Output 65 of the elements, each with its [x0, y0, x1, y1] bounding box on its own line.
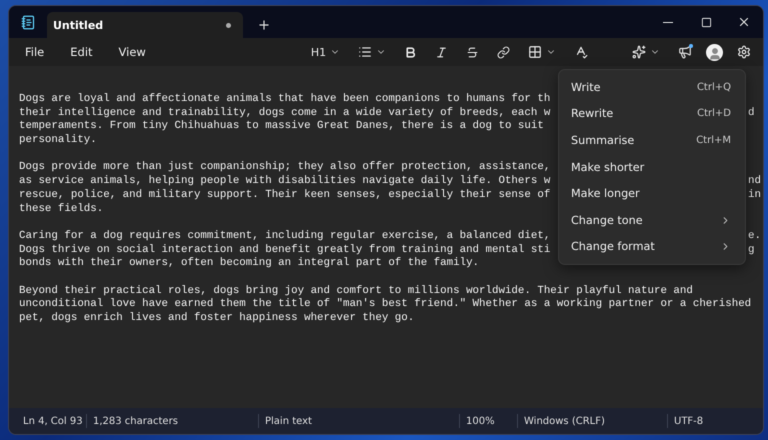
menu-item-label: Make longer	[571, 187, 640, 200]
menu-item-label: Write	[571, 80, 601, 94]
grid-icon	[528, 45, 542, 59]
text-line: unconditional love have earned them the title of "man's best friend." Whether as a working partner or a cherished	[19, 298, 752, 310]
menu-item[interactable]: View	[110, 42, 154, 62]
notification-dot	[689, 44, 693, 48]
heading-dropdown[interactable]: H1	[306, 42, 344, 62]
text-line: personality.	[19, 134, 97, 146]
text-line: in	[748, 188, 761, 203]
bold-icon	[404, 46, 418, 58]
spellcheck-icon	[574, 45, 588, 59]
text-line: bonds with their owners, often becoming an integral part of the family.	[19, 257, 480, 270]
menu-item[interactable]: Change tone	[559, 206, 745, 234]
text-line: these fields.	[19, 202, 104, 214]
shortcut-label: Ctrl+Q	[696, 82, 731, 93]
close-icon	[737, 15, 751, 29]
menu-item-label: Change tone	[571, 214, 643, 227]
menu-item[interactable]: Write Ctrl+Q	[559, 74, 745, 101]
text-line: nd	[748, 175, 761, 189]
tab-title: Untitled	[53, 18, 104, 32]
menu-item[interactable]: Make shorter	[559, 154, 745, 180]
megaphone-icon	[678, 45, 692, 59]
strikethrough-icon	[466, 46, 480, 58]
menu-item-label: Rewrite	[571, 107, 614, 120]
status-text: Ln 4, Col 93	[23, 416, 83, 426]
text-line: their intelligence and trainability, dogs come in a wide variety of breeds, each w	[19, 106, 550, 119]
status-text: Windows (CRLF)	[524, 416, 605, 426]
menu-item[interactable]: Make longer	[559, 180, 745, 207]
text-line: g	[748, 244, 754, 258]
text-line: d	[748, 106, 754, 120]
maximize-icon	[700, 16, 712, 28]
shortcut-label: Ctrl+D	[697, 108, 731, 120]
menu-item[interactable]: File	[17, 42, 52, 62]
text-line: temperaments. From tiny Chihuahuas to massive Great Danes, there is a dog to suit	[19, 120, 544, 132]
shortcut-label: Ctrl+M	[696, 134, 731, 146]
text-line: Dogs thrive on social interaction and benefit greatly from training and mental sti	[19, 244, 550, 256]
italic-icon	[435, 46, 448, 58]
menu-item[interactable]: Summarise Ctrl+M	[559, 127, 745, 154]
text-line: rescue, police, and military support. Their keen senses, especially their sense of	[19, 188, 550, 201]
text-line: as service animals, helping people with disabilities navigate daily life. Others w	[19, 175, 550, 188]
status-text: 1,283 characters	[93, 416, 178, 426]
status-text: Plain text	[265, 416, 312, 426]
menu-item-label: Summarise	[571, 134, 634, 147]
list-icon	[358, 45, 372, 59]
text-line: Caring for a dog requires commitment, including regular exercise, a balanced diet,	[19, 230, 550, 242]
text-line: e.	[748, 230, 761, 244]
text-line: pet, dogs enrich lives and foster happiness wherever they go.	[19, 312, 414, 324]
link-icon	[497, 46, 510, 58]
notebook-icon	[20, 14, 36, 30]
text-line: Beyond their practical roles, dogs bring joy and comfort to millions worldwide. Their playful nature and	[19, 284, 693, 297]
plus-icon	[257, 18, 271, 32]
document-tab[interactable]: Untitled	[47, 12, 243, 38]
menu-item[interactable]: Edit	[62, 42, 101, 62]
settings-icon	[737, 45, 751, 59]
text-line: Dogs provide more than just companionship; they also offer protection, assistance,	[19, 161, 550, 174]
menu-item-label: Make shorter	[571, 160, 644, 174]
status-text: 100%	[466, 416, 495, 426]
person-icon	[708, 46, 722, 60]
status-text: UTF-8	[674, 416, 704, 426]
account-avatar[interactable]	[706, 44, 723, 60]
text-line: Dogs are loyal and affectionate animals that have been companions to humans for th	[19, 93, 550, 105]
menu-item[interactable]: Change format	[559, 234, 745, 260]
menu-item[interactable]: Rewrite Ctrl+D	[559, 100, 745, 128]
menu-item-label: Change format	[571, 240, 655, 254]
new-tab-button[interactable]	[257, 18, 271, 32]
